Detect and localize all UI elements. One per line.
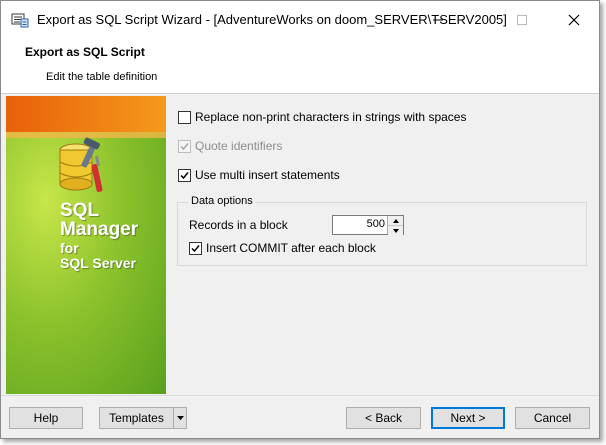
page-subtitle: Edit the table definition	[46, 71, 158, 83]
back-button[interactable]: < Back	[346, 407, 421, 429]
wizard-header: Export as SQL Script Edit the table defi…	[1, 39, 599, 94]
wizard-window: Export as SQL Script Wizard - [Adventure…	[0, 0, 600, 439]
brand-line-2: Manager	[60, 219, 139, 240]
data-options-group: Data options Records in a block 500 Inse	[177, 195, 587, 266]
multi-insert-label: Use multi insert statements	[195, 168, 340, 182]
title-bar: Export as SQL Script Wizard - [Adventure…	[1, 1, 599, 39]
banner-stripe	[6, 96, 166, 132]
wizard-app-icon	[11, 12, 29, 28]
brand-line-3: for	[60, 240, 79, 256]
insert-commit-option[interactable]: Insert COMMIT after each block	[189, 241, 376, 255]
checkmark-icon	[191, 244, 200, 252]
cancel-button[interactable]: Cancel	[515, 407, 590, 429]
spin-up-button[interactable]	[388, 216, 403, 226]
replace-nonprint-checkbox[interactable]	[178, 110, 191, 124]
records-in-block-label: Records in a block	[189, 218, 288, 232]
sidebar-banner: SQL Manager for SQL Server	[6, 96, 166, 394]
templates-dropdown-button[interactable]	[173, 407, 187, 429]
quote-identifiers-option: Quote identifiers	[178, 139, 282, 153]
spin-down-button[interactable]	[388, 226, 403, 235]
records-in-block-value[interactable]: 500	[367, 218, 385, 230]
quote-identifiers-label: Quote identifiers	[195, 139, 283, 153]
options-panel: Replace non-print characters in strings …	[171, 96, 595, 394]
multi-insert-checkbox[interactable]	[178, 168, 191, 182]
minimize-button[interactable]	[415, 1, 461, 39]
multi-insert-option[interactable]: Use multi insert statements	[178, 168, 340, 182]
checkmark-icon	[180, 142, 189, 150]
maximize-icon	[517, 15, 527, 25]
insert-commit-checkbox[interactable]	[189, 241, 202, 255]
replace-nonprint-label: Replace non-print characters in strings …	[195, 110, 467, 124]
database-tools-icon	[50, 136, 114, 198]
maximize-button[interactable]	[507, 1, 537, 39]
quote-identifiers-checkbox	[178, 139, 191, 153]
triangle-up-icon	[392, 218, 399, 223]
triangle-down-icon	[176, 416, 184, 420]
footer-divider	[1, 395, 599, 396]
close-button[interactable]	[551, 1, 597, 39]
data-options-legend: Data options	[188, 195, 256, 207]
insert-commit-label: Insert COMMIT after each block	[206, 241, 376, 255]
spinner-buttons	[387, 216, 403, 235]
brand-line-4: SQL Server	[60, 255, 137, 271]
next-button[interactable]: Next >	[431, 407, 505, 429]
templates-button[interactable]: Templates	[99, 407, 174, 429]
minimize-icon	[433, 19, 443, 21]
help-button[interactable]: Help	[9, 407, 83, 429]
replace-nonprint-option[interactable]: Replace non-print characters in strings …	[178, 110, 466, 124]
checkmark-icon	[180, 171, 189, 179]
page-title: Export as SQL Script	[25, 45, 145, 59]
triangle-down-icon	[392, 228, 399, 233]
records-in-block-spinner[interactable]: 500	[332, 215, 404, 235]
close-icon	[568, 14, 580, 26]
